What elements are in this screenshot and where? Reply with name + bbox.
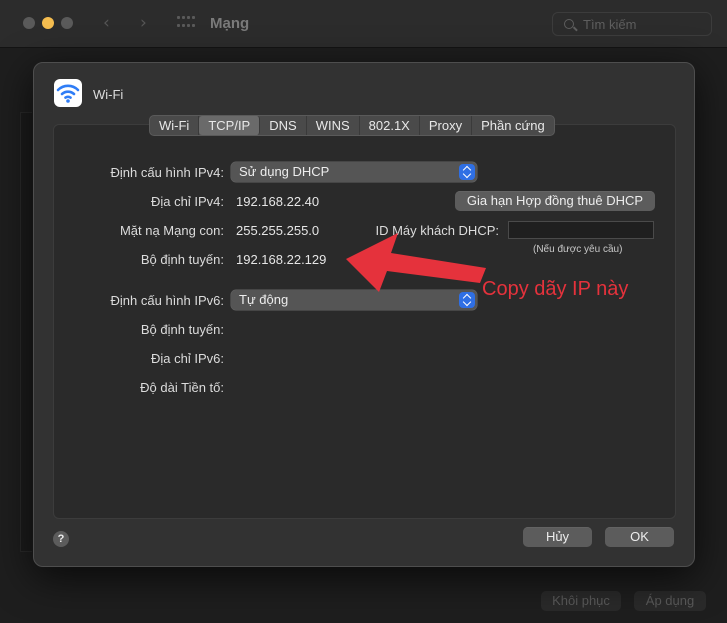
- apply-button[interactable]: Áp dụng: [634, 591, 706, 611]
- ipv4-router-label: Bộ định tuyến:: [140, 252, 224, 267]
- forward-chevron-icon[interactable]: ›: [140, 13, 147, 33]
- renew-dhcp-lease-button[interactable]: Gia hạn Hợp đồng thuê DHCP: [455, 191, 655, 211]
- tab-dns[interactable]: DNS: [260, 116, 307, 135]
- dhcp-client-id-label: ID Máy khách DHCP:: [375, 223, 499, 238]
- close-window-button[interactable]: [23, 17, 35, 29]
- ipv4-address-label: Địa chỉ IPv4:: [151, 194, 224, 209]
- ipv4-config-value: Sử dụng DHCP: [239, 164, 330, 179]
- back-chevron-icon[interactable]: ‹: [103, 13, 110, 33]
- tab-8021x[interactable]: 802.1X: [360, 116, 420, 135]
- tab-wins[interactable]: WINS: [307, 116, 360, 135]
- ipv6-prefix-length-label: Độ dài Tiền tố:: [140, 380, 224, 395]
- ipv4-config-label: Định cấu hình IPv4:: [110, 165, 224, 180]
- help-button[interactable]: ?: [53, 531, 69, 547]
- zoom-window-button[interactable]: [61, 17, 73, 29]
- tab-tcpip[interactable]: TCP/IP: [199, 116, 261, 135]
- dhcp-client-id-hint: (Nếu được yêu cầu): [533, 244, 623, 255]
- chevron-updown-icon: [459, 164, 475, 180]
- minimize-window-button[interactable]: [42, 17, 54, 29]
- annotation-text: Copy dãy IP này: [482, 278, 629, 300]
- ipv6-config-value: Tự động: [239, 292, 289, 307]
- ipv4-router-value: 192.168.22.129: [236, 252, 327, 267]
- dhcp-client-id-field[interactable]: [508, 221, 654, 239]
- tab-bar: Wi-Fi TCP/IP DNS WINS 802.1X Proxy Phần …: [149, 115, 555, 136]
- ok-button[interactable]: OK: [605, 527, 674, 547]
- tab-proxy[interactable]: Proxy: [420, 116, 473, 135]
- sheet-title: Wi-Fi: [93, 87, 124, 102]
- tab-wifi[interactable]: Wi-Fi: [150, 116, 200, 135]
- subnet-mask-value: 255.255.255.0: [236, 223, 320, 238]
- ipv4-config-popup[interactable]: Sử dụng DHCP: [231, 162, 477, 182]
- cancel-button[interactable]: Hủy: [523, 527, 592, 547]
- chevron-updown-icon: [459, 292, 475, 308]
- title-bar: ‹ › Mạng Tìm kiếm: [0, 0, 727, 48]
- ipv6-router-label: Bộ định tuyến:: [140, 322, 224, 337]
- restore-button[interactable]: Khôi phục: [541, 591, 621, 611]
- show-all-grid-icon[interactable]: [177, 16, 195, 30]
- ipv4-address-value: 192.168.22.40: [236, 194, 320, 209]
- window-title: Mạng: [210, 15, 250, 32]
- search-input[interactable]: Tìm kiếm: [552, 12, 712, 36]
- background-sidebar-panel: [20, 112, 32, 552]
- tab-hardware[interactable]: Phần cứng: [472, 116, 554, 135]
- ipv6-config-label: Định cấu hình IPv6:: [110, 293, 224, 308]
- advanced-network-sheet: Wi-Fi Wi-Fi TCP/IP DNS WINS 802.1X Proxy…: [33, 62, 695, 567]
- search-placeholder: Tìm kiếm: [583, 17, 637, 32]
- ipv6-address-label: Địa chỉ IPv6:: [151, 351, 224, 366]
- subnet-mask-label: Mặt nạ Mạng con:: [119, 223, 224, 238]
- search-icon: [564, 19, 574, 29]
- ipv6-config-popup[interactable]: Tự động: [231, 290, 477, 310]
- wifi-icon: [54, 79, 82, 107]
